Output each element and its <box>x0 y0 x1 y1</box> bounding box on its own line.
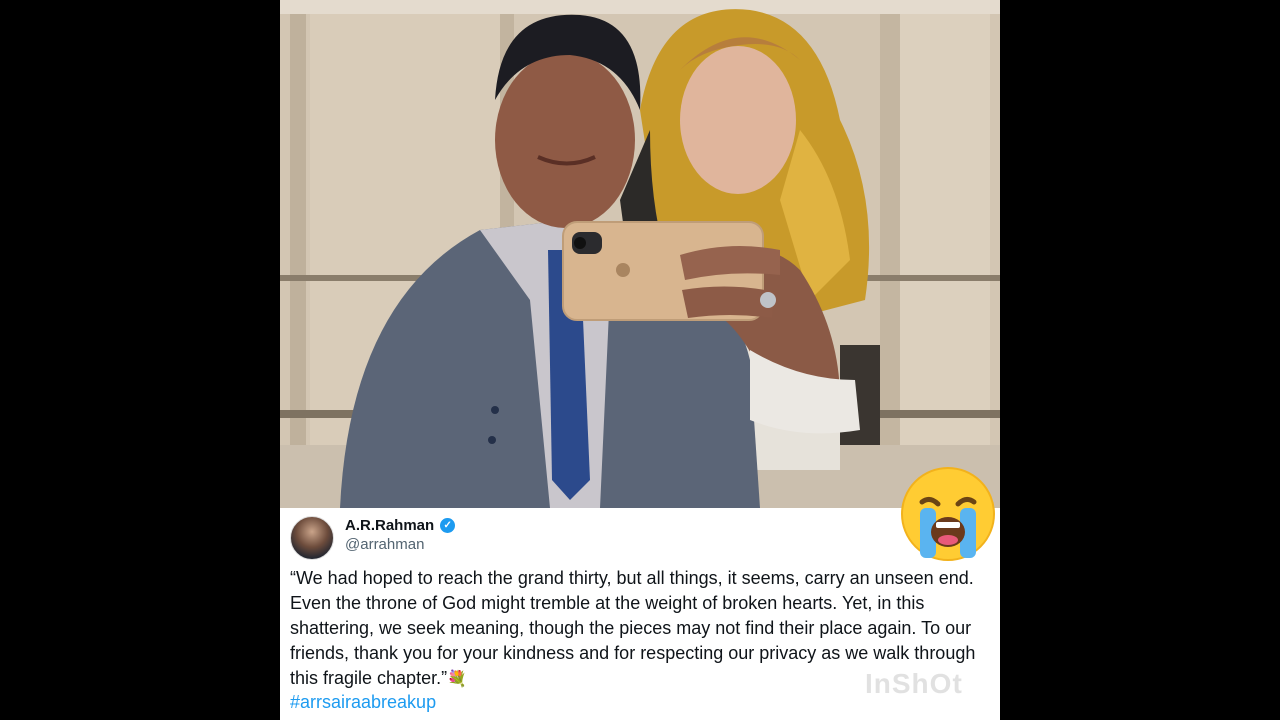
user-handle[interactable]: @arrahman <box>345 536 424 553</box>
tweet-card: A.R.Rahman ✓ @arrahman “We had hoped to … <box>280 467 1000 720</box>
display-name[interactable]: A.R.Rahman ✓ <box>345 517 456 534</box>
display-name-text[interactable]: A.R.Rahman <box>345 517 434 534</box>
avatar[interactable] <box>290 516 334 560</box>
verified-badge-icon: ✓ <box>440 518 456 533</box>
video-frame: A.R.Rahman ✓ @arrahman “We had hoped to … <box>280 0 1000 720</box>
inshot-watermark: InShOt <box>865 668 963 699</box>
hashtag-link[interactable]: #arrsairaabreakup <box>290 692 436 713</box>
photo-illustration <box>280 0 1000 508</box>
bouquet-icon: 💐 <box>447 671 467 688</box>
loudly-crying-face-icon <box>901 467 995 561</box>
selfie-photo <box>280 0 1000 508</box>
